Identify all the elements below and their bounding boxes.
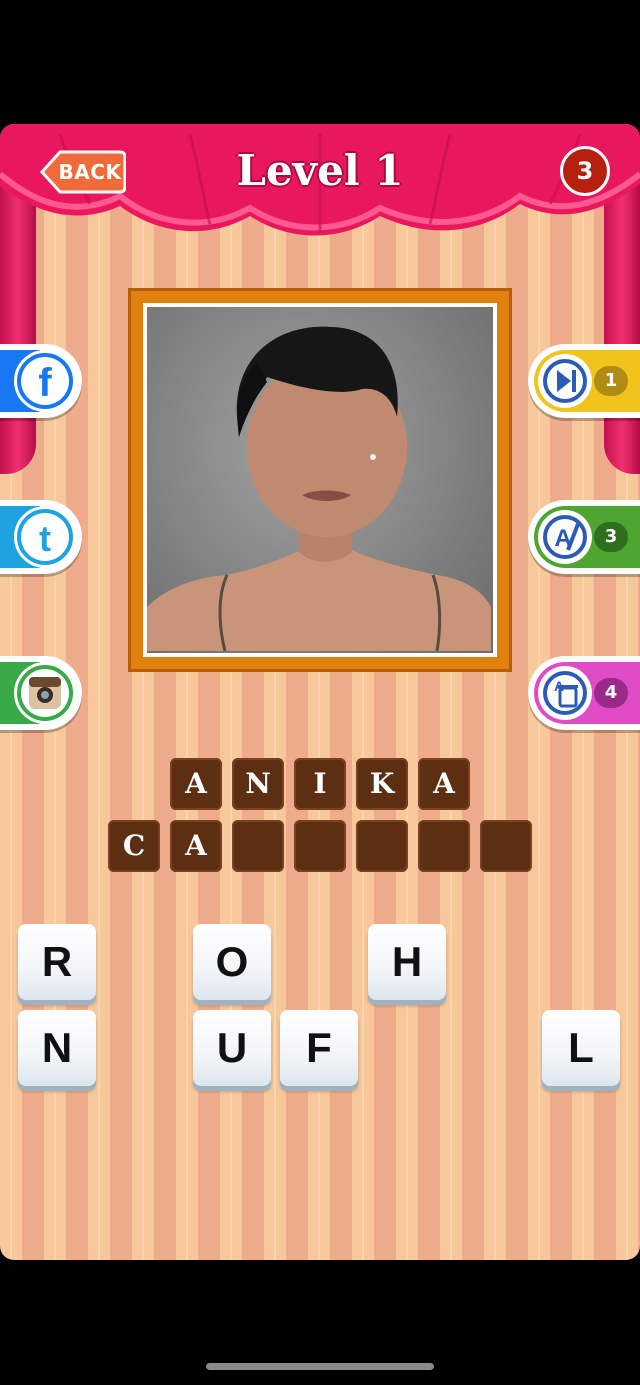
facebook-share-button[interactable]: f (0, 344, 82, 418)
remove-letters-count: 4 (594, 678, 628, 708)
answer-tile[interactable]: A (170, 758, 222, 810)
letter-key[interactable]: N (18, 1010, 96, 1086)
game-screen: BACK Level 1 3 f t 1 A 3 4 A N I K A C A… (0, 124, 640, 1260)
remove-letters-button[interactable]: A 4 (528, 656, 640, 730)
skip-count: 1 (594, 366, 628, 396)
answer-tile[interactable]: N (232, 758, 284, 810)
letter-key[interactable]: U (193, 1010, 271, 1086)
answer-tile-empty[interactable] (294, 820, 346, 872)
answer-tile-empty[interactable] (480, 820, 532, 872)
reveal-letter-button[interactable]: A 3 (528, 500, 640, 574)
tumblr-share-button[interactable]: t (0, 500, 82, 574)
facebook-icon: f (21, 357, 69, 405)
home-indicator[interactable] (206, 1363, 434, 1370)
answer-tile-empty[interactable] (232, 820, 284, 872)
answer-tile[interactable]: A (170, 820, 222, 872)
reveal-letter-icon: A (543, 515, 587, 559)
answer-tile-empty[interactable] (356, 820, 408, 872)
celebrity-portrait (147, 307, 493, 653)
picture-frame (128, 288, 512, 672)
reveal-letter-count: 3 (594, 522, 628, 552)
skip-icon (543, 359, 587, 403)
answer-tile[interactable]: C (108, 820, 160, 872)
answer-tile[interactable]: A (418, 758, 470, 810)
svg-text:t: t (39, 518, 51, 559)
answer-row-first-name: A N I K A (170, 758, 470, 810)
answer-tile[interactable]: K (356, 758, 408, 810)
letter-key[interactable]: L (542, 1010, 620, 1086)
svg-text:f: f (38, 361, 52, 405)
letter-key[interactable]: F (280, 1010, 358, 1086)
letter-key[interactable]: R (18, 924, 96, 1000)
answer-tile-empty[interactable] (418, 820, 470, 872)
trash-letter-icon: A (543, 671, 587, 715)
instagram-share-button[interactable] (0, 656, 82, 730)
level-title: Level 1 (236, 146, 404, 195)
tumblr-icon: t (21, 513, 69, 561)
answer-row-last-name: C A (108, 820, 532, 872)
skip-level-button[interactable]: 1 (528, 344, 640, 418)
answer-tile[interactable]: I (294, 758, 346, 810)
letter-key[interactable]: H (368, 924, 446, 1000)
coin-count-badge: 3 (560, 146, 610, 196)
letter-key[interactable]: O (193, 924, 271, 1000)
instagram-icon (21, 669, 69, 717)
